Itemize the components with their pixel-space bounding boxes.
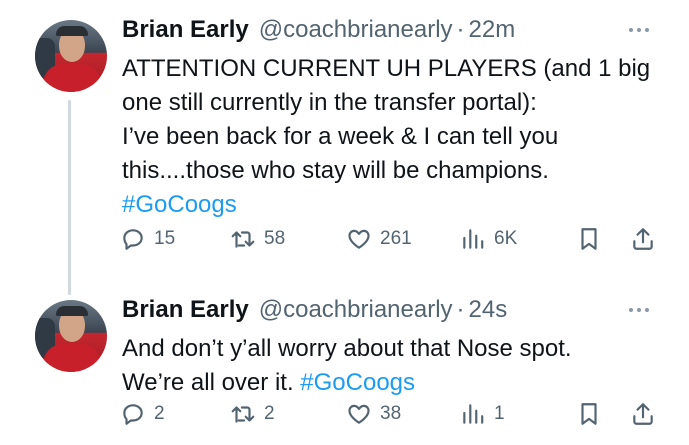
tweet-text-line: We’re all over it. #GoCoogs [122,366,662,400]
more-icon[interactable] [629,28,649,32]
tweet-text-line: I’ve been back for a week & I can tell y… [122,123,559,150]
tweet-text-line: this....those who stay will be champions… [122,157,549,184]
tweet-text-fragment: We’re all over it. [122,369,294,396]
bookmark-icon [581,228,597,250]
views-count: 1 [494,403,505,424]
bookmark-button[interactable] [576,226,602,252]
reply-icon [123,229,143,250]
avatar[interactable] [35,300,107,372]
separator-dot: · [456,296,465,323]
views-count: 6K [494,228,518,249]
tweet-actions: 2 2 38 1 [120,401,660,431]
tweet-header: Brian Early @coachbrianearly · 22m [122,16,515,44]
heart-icon [348,229,370,249]
share-icon [633,403,653,425]
reply-button[interactable]: 15 [120,226,175,252]
tweet-text-line: ATTENTION CURRENT UH PLAYERS (and 1 big [122,55,651,82]
bookmark-button[interactable] [576,401,602,427]
retweet-button[interactable]: 58 [230,226,285,252]
share-icon [633,228,653,250]
share-button[interactable] [630,401,656,427]
tweet-actions: 15 58 261 6K [120,226,660,256]
tweet[interactable]: Brian Early @coachbrianearly · 24s And d… [0,280,689,445]
share-button[interactable] [630,226,656,252]
reply-count: 15 [154,228,176,249]
retweet-icon [231,406,255,423]
reply-icon [123,404,143,425]
views-button[interactable]: 1 [460,401,505,427]
tweet-text-line: one still currently in the transfer port… [122,89,537,116]
hashtag-link[interactable]: #GoCoogs [300,369,415,396]
like-button[interactable]: 261 [346,226,412,252]
author-handle[interactable]: @coachbrianearly [259,16,453,44]
timestamp[interactable]: 24s [469,296,508,324]
author-name[interactable]: Brian Early [122,16,249,44]
like-button[interactable]: 38 [346,401,401,427]
tweet-header: Brian Early @coachbrianearly · 24s [122,296,507,324]
views-button[interactable]: 6K [460,226,517,252]
tweet-text: ATTENTION CURRENT UH PLAYERS (and 1 big … [122,52,662,222]
avatar[interactable] [35,20,107,92]
author-name[interactable]: Brian Early [122,296,249,324]
tweet[interactable]: Brian Early @coachbrianearly · 22m ATTEN… [0,0,689,280]
separator-dot: · [456,16,465,43]
like-count: 38 [380,403,402,424]
reply-button[interactable]: 2 [120,401,165,427]
avatar-shirt [43,64,101,92]
reply-count: 2 [154,403,165,424]
tweet-text: And don’t y’all worry about that Nose sp… [122,332,662,400]
heart-icon [348,404,370,424]
avatar-shirt [43,344,101,372]
timestamp[interactable]: 22m [469,16,516,44]
like-count: 261 [380,228,412,249]
avatar-headset [56,26,88,36]
hashtag-link[interactable]: #GoCoogs [122,188,662,222]
views-icon [463,229,484,249]
bookmark-icon [581,403,597,425]
more-icon[interactable] [629,308,649,312]
retweet-icon [231,231,255,248]
retweet-count: 2 [264,403,275,424]
tweet-text-line: And don’t y’all worry about that Nose sp… [122,335,572,362]
views-icon [463,404,484,424]
retweet-count: 58 [264,228,286,249]
avatar-headset [56,306,88,316]
retweet-button[interactable]: 2 [230,401,275,427]
author-handle[interactable]: @coachbrianearly [259,296,453,324]
